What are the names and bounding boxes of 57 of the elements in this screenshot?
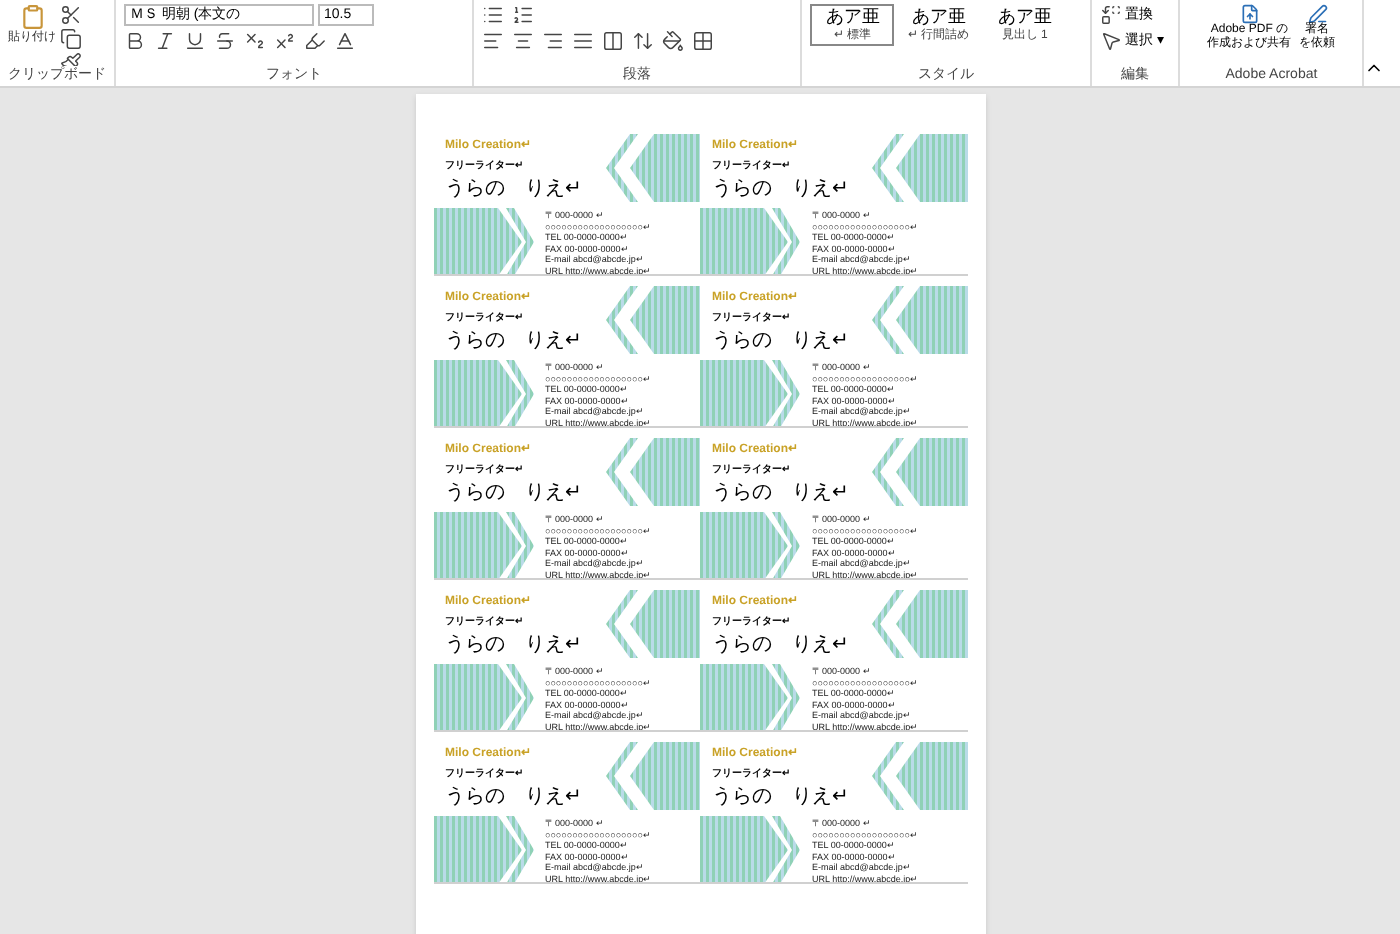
person-name: うらの りえ↵ [712, 786, 848, 810]
align-right-icon[interactable] [542, 30, 565, 52]
subscript-icon[interactable] [244, 30, 266, 52]
superscript-icon[interactable] [274, 30, 296, 52]
pointer-icon[interactable] [1099, 30, 1122, 52]
striped-chevron-drawing [605, 134, 701, 202]
numbered-list-icon[interactable] [512, 4, 535, 26]
striped-chevron-drawing [700, 208, 800, 274]
striped-chevron-drawing [605, 590, 701, 658]
striped-chevron-drawing [700, 816, 800, 882]
striped-chevron-drawing [433, 360, 533, 426]
strikethrough-icon[interactable] [214, 30, 236, 52]
person-name: うらの りえ↵ [445, 634, 581, 658]
striped-chevron-drawing [872, 438, 968, 506]
highlighter-icon[interactable] [304, 30, 326, 52]
striped-chevron-drawing [872, 134, 968, 202]
striped-chevron-drawing [433, 816, 533, 882]
shading-icon[interactable] [662, 30, 685, 52]
striped-chevron-drawing [605, 286, 701, 354]
upload-icon [1239, 4, 1260, 24]
person-name: うらの りえ↵ [445, 330, 581, 354]
striped-chevron-drawing [605, 742, 701, 810]
borders-icon[interactable] [692, 30, 715, 52]
person-name: うらの りえ↵ [445, 482, 581, 506]
striped-chevron-drawing [872, 590, 968, 658]
striped-chevron-drawing [872, 286, 968, 354]
clipboard-icon [19, 4, 45, 30]
italic-icon[interactable] [154, 30, 176, 52]
style-sample: あア亜 [997, 6, 1052, 28]
striped-chevron-drawing [605, 438, 701, 506]
striped-chevron-drawing [433, 664, 533, 730]
person-name: うらの りえ↵ [712, 482, 848, 506]
person-name: うらの りえ↵ [445, 178, 581, 202]
replace-icon[interactable] [1099, 4, 1122, 26]
striped-chevron-drawing [700, 664, 800, 730]
striped-chevron-drawing [872, 742, 968, 810]
striped-chevron-drawing [433, 512, 533, 578]
copy-icon[interactable] [60, 28, 82, 50]
style-sample: あア亜 [911, 6, 966, 28]
striped-chevron-drawing [700, 512, 800, 578]
signature-icon [1307, 4, 1328, 24]
underline-icon[interactable] [184, 30, 206, 52]
align-center-icon[interactable] [512, 30, 535, 52]
columns-icon[interactable] [602, 30, 625, 52]
bold-icon[interactable] [124, 30, 146, 52]
cut-icon[interactable] [60, 4, 82, 26]
striped-chevron-drawing [700, 360, 800, 426]
person-name: うらの りえ↵ [712, 330, 848, 354]
justify-icon[interactable] [572, 30, 595, 52]
style-sample: あア亜 [825, 6, 880, 28]
person-name: うらの りえ↵ [445, 786, 581, 810]
font-color-icon[interactable] [334, 30, 356, 52]
line-spacing-icon[interactable] [632, 30, 655, 52]
align-left-icon[interactable] [482, 30, 505, 52]
person-name: うらの りえ↵ [712, 634, 848, 658]
person-name: うらの りえ↵ [712, 178, 848, 202]
striped-chevron-drawing [433, 208, 533, 274]
